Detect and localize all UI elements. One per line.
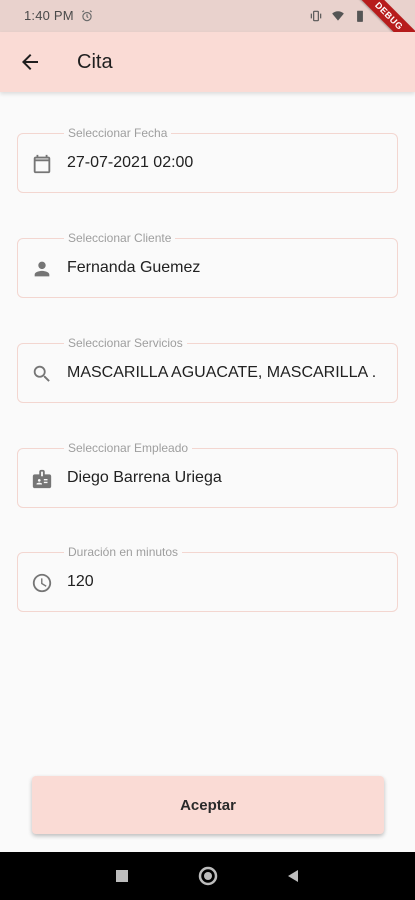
clock-icon (30, 571, 54, 595)
system-nav-bar (0, 852, 415, 900)
alarm-icon (82, 10, 92, 22)
page-title: Cita (77, 51, 113, 73)
accept-button[interactable]: Aceptar (32, 776, 384, 834)
services-field-value: MASCARILLA AGUACATE, MASCARILLA . (67, 364, 377, 381)
date-field-value: 27-07-2021 02:00 (67, 154, 194, 171)
client-field-value: Fernanda Guemez (67, 259, 201, 276)
arrow-back-icon (22, 54, 38, 70)
duration-field[interactable]: Duración en minutos 120 (17, 545, 398, 612)
recents-button[interactable] (110, 864, 134, 888)
badge-icon (30, 467, 54, 491)
calendar-icon (30, 152, 54, 176)
app-bar: Cita (0, 32, 415, 92)
duration-field-value: 120 (67, 573, 94, 590)
date-field[interactable]: Seleccionar Fecha 27-07-2021 02:00 (17, 126, 398, 193)
back-button[interactable] (16, 48, 44, 76)
vibrate-icon (310, 10, 322, 22)
circle-icon (198, 866, 218, 886)
home-button[interactable] (196, 864, 220, 888)
back-nav-button[interactable] (281, 864, 305, 888)
status-time: 1:40 PM (24, 8, 74, 23)
services-field[interactable]: Seleccionar Servicios MASCARILLA AGUACAT… (17, 336, 398, 403)
client-field[interactable]: Seleccionar Cliente Fernanda Guemez (17, 231, 398, 298)
square-icon (116, 870, 128, 882)
employee-field[interactable]: Seleccionar Empleado Diego Barrena Urieg… (17, 441, 398, 508)
status-bar: 1:40 PM DEBUG (0, 0, 415, 58)
person-icon (30, 257, 54, 281)
employee-field-value: Diego Barrena Uriega (67, 469, 222, 486)
search-icon (30, 362, 54, 386)
battery-icon (357, 10, 363, 22)
triangle-back-icon (288, 870, 298, 882)
wifi-icon (332, 11, 344, 21)
